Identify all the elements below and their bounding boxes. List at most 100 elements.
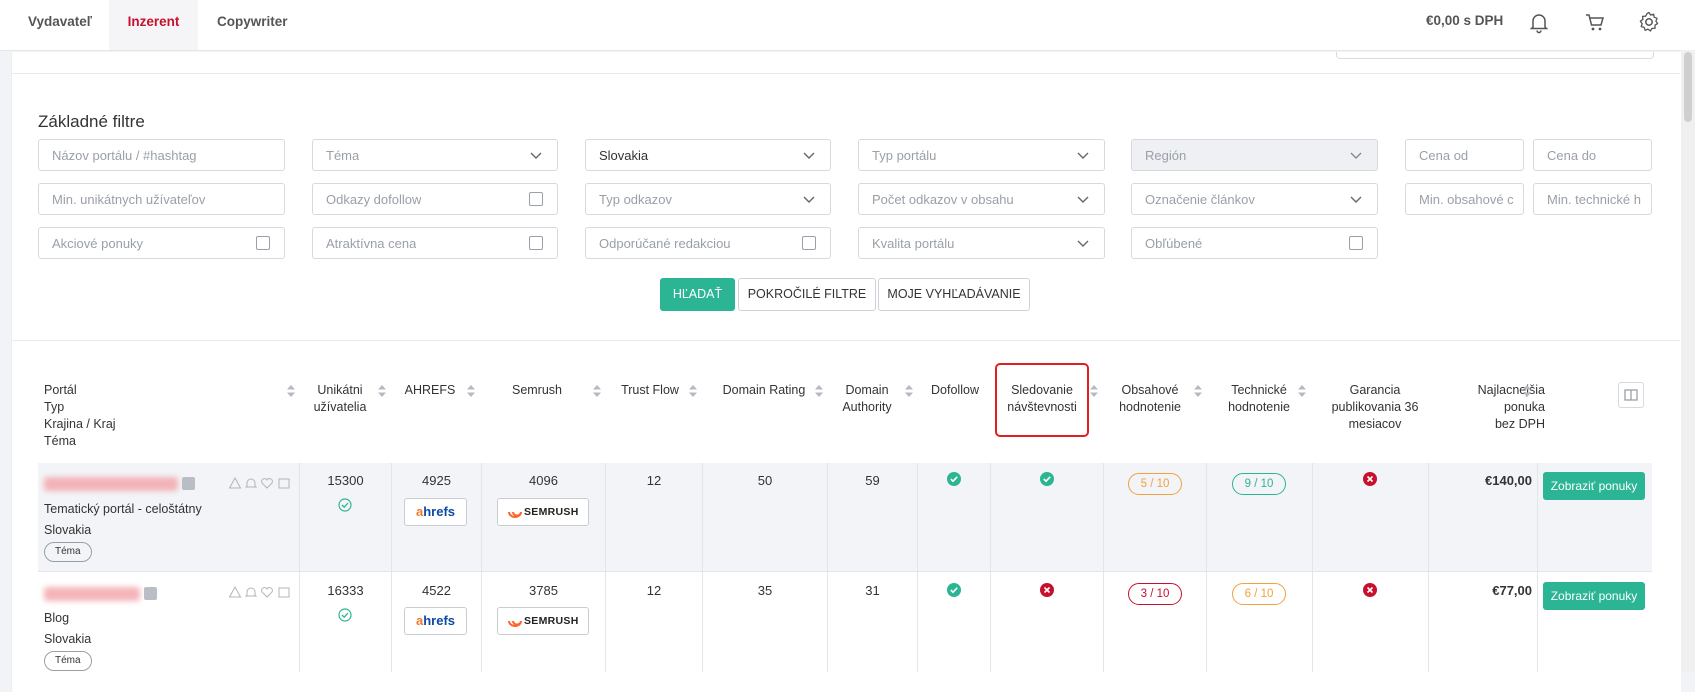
show-offers-button[interactable]: Zobraziť ponuky [1543,472,1645,500]
favorite-checkbox[interactable] [1349,236,1363,250]
recommended-label: Odporúčané redakciou [599,236,731,251]
country-select[interactable]: Slovakia [585,139,831,171]
semrush-logo-button[interactable]: SEMRUSH [497,498,589,526]
column-divider [702,463,703,672]
recommended-checkbox-field[interactable]: Odporúčané redakciou [585,227,831,259]
portal-quality-select[interactable]: Kvalita portálu [858,227,1105,259]
header-country-line: Krajina / Kraj [44,417,116,431]
tab-vydavatel[interactable]: Vydavateľ [28,0,92,50]
header-line: Domain [845,383,889,397]
links-count-select[interactable]: Počet odkazov v obsahu [858,183,1105,215]
portal-name-input[interactable]: Názov portálu / #hashtag [38,139,285,171]
sort-icon[interactable] [905,385,913,397]
tab-inzerent[interactable]: Inzerent [109,0,198,50]
account-balance: €0,00 s DPH [1426,13,1504,28]
article-mark-placeholder: Označenie článkov [1145,192,1255,207]
scrollbar-thumb[interactable] [1684,52,1692,122]
ahrefs-logo-rest: hrefs [423,504,456,519]
bell-icon[interactable] [1527,10,1551,34]
ahrefs-logo: ahrefs [405,504,466,519]
advanced-filters-button[interactable]: POKROČILÉ FILTRE [738,278,876,311]
header-unique-users[interactable]: Unikátni užívatelia [300,382,380,416]
region-select[interactable]: Región [1131,139,1378,171]
sort-icon[interactable] [593,385,601,397]
column-settings-button[interactable] [1618,382,1644,408]
cheapest-price: €140,00 [1485,473,1532,488]
price-to-placeholder: Cena do [1547,148,1597,163]
sort-icon[interactable] [467,385,475,397]
sort-icon[interactable] [689,385,697,397]
topic-tag[interactable]: Téma [44,542,92,562]
semrush-value: 4096 [529,473,558,488]
header-line: bez DPH [1494,417,1545,431]
header-portal[interactable]: Portál Typ Krajina / Kraj Téma [44,382,116,450]
x-circle-icon [1363,583,1377,597]
tab-copywriter[interactable]: Copywriter [217,0,288,50]
min-unique-users-input[interactable]: Min. unikátnych užívateľov [38,183,285,215]
recommended-checkbox[interactable] [802,236,816,250]
sort-icon[interactable] [1298,385,1306,397]
portal-type-select[interactable]: Typ portálu [858,139,1105,171]
chevron-down-icon [1077,152,1089,159]
portal-domain-link[interactable] [44,587,140,601]
cart-icon[interactable] [1583,10,1607,34]
gear-icon[interactable] [1637,10,1661,34]
header-tech-rating[interactable]: Technické hodnotenie [1213,382,1305,416]
sort-icon[interactable] [378,385,386,397]
search-button[interactable]: HĽADAŤ [660,278,735,311]
header-trust-flow[interactable]: Trust Flow [610,382,690,399]
sort-icon[interactable] [1090,385,1098,397]
country-value: Slovakia [599,148,649,163]
attractive-checkbox[interactable] [529,236,543,250]
favorite-label: Obľúbené [1145,236,1203,251]
verified-check-icon [338,608,352,622]
header-content-rating[interactable]: Obsahové hodnotenie [1108,382,1192,416]
promo-checkbox[interactable] [256,236,270,250]
link-type-select[interactable]: Typ odkazov [585,183,831,215]
promo-offers-checkbox-field[interactable]: Akciové ponuky [38,227,285,259]
min-users-placeholder: Min. unikátnych užívateľov [52,192,206,207]
dofollow-checkbox[interactable] [529,192,543,206]
links-count-placeholder: Počet odkazov v obsahu [872,192,1014,207]
sort-icon[interactable] [1194,385,1202,397]
portal-type-placeholder: Typ portálu [872,148,937,163]
topic-select[interactable]: Téma [312,139,558,171]
my-searches-button[interactable]: MOJE VYHĽADÁVANIE [878,278,1030,311]
external-link-icon[interactable] [182,477,195,490]
topic-tag[interactable]: Téma [44,651,92,671]
ahrefs-logo-button[interactable]: ahrefs [404,607,467,635]
price-to-input[interactable]: Cena do [1533,139,1652,171]
header-dofollow[interactable]: Dofollow [922,382,988,399]
ahrefs-logo-button[interactable]: ahrefs [404,498,467,526]
sort-icon[interactable] [287,385,295,397]
header-semrush[interactable]: Semrush [497,382,577,399]
header-line: hodnotenie [1119,400,1181,414]
sort-icon[interactable] [1523,385,1531,397]
check-circle-icon [947,472,961,486]
row-action-icons[interactable] [229,477,291,489]
semrush-logo: SEMRUSH [524,615,579,627]
dofollow-checkbox-field[interactable]: Odkazy dofollow [312,183,558,215]
attractive-label: Atraktívna cena [326,236,417,251]
page-scrollbar[interactable] [1681,50,1695,672]
favorite-checkbox-field[interactable]: Obľúbené [1131,227,1378,259]
trust-flow-value: 12 [646,583,662,598]
price-from-input[interactable]: Cena od [1405,139,1524,171]
min-tech-rating-input[interactable]: Min. technické h [1533,183,1652,215]
article-mark-select[interactable]: Označenie článkov [1131,183,1378,215]
top-search-field-partial[interactable] [1336,52,1654,59]
header-domain-authority[interactable]: Domain Authority [832,382,902,416]
sort-icon[interactable] [815,385,823,397]
chevron-down-icon [1077,240,1089,247]
external-link-icon[interactable] [144,587,157,600]
row-action-icons[interactable] [229,586,291,598]
show-offers-button[interactable]: Zobraziť ponuky [1543,582,1645,610]
min-content-rating-input[interactable]: Min. obsahové c [1405,183,1524,215]
portal-domain-link[interactable] [44,477,178,491]
header-domain-rating[interactable]: Domain Rating [712,382,816,399]
semrush-logo-button[interactable]: SEMRUSH [497,607,589,635]
header-guarantee[interactable]: Garancia publikovania 36 mesiacov [1320,382,1430,433]
attractive-price-checkbox-field[interactable]: Atraktívna cena [312,227,558,259]
header-ahrefs[interactable]: AHREFS [395,382,465,399]
header-line: mesiacov [1348,417,1402,431]
